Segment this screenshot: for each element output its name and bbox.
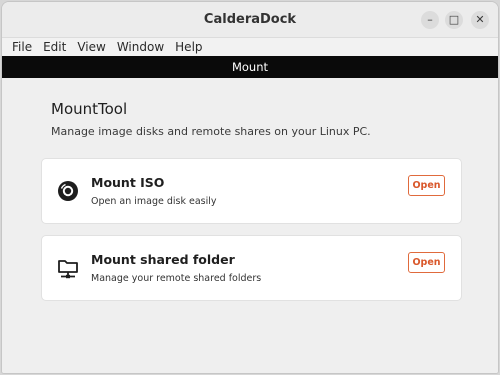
title-bar[interactable]: CalderaDock – □ ✕ bbox=[2, 2, 498, 38]
network-folder-icon bbox=[58, 260, 78, 279]
header-bar: Mount bbox=[2, 56, 498, 78]
close-button[interactable]: ✕ bbox=[471, 11, 489, 29]
menu-view[interactable]: View bbox=[77, 40, 105, 54]
menu-help[interactable]: Help bbox=[175, 40, 202, 54]
mount-iso-title: Mount ISO bbox=[91, 175, 165, 190]
mount-iso-open-button[interactable]: Open bbox=[408, 175, 445, 196]
menu-edit[interactable]: Edit bbox=[43, 40, 66, 54]
header-title: Mount bbox=[231, 60, 269, 74]
mount-iso-card: Mount ISO Open an image disk easily Open bbox=[41, 158, 462, 224]
menu-bar: File Edit View Window Help bbox=[2, 38, 498, 56]
mount-shared-folder-title: Mount shared folder bbox=[91, 252, 235, 267]
app-window: CalderaDock – □ ✕ File Edit View Window … bbox=[1, 1, 499, 374]
app-subtitle: Manage image disks and remote shares on … bbox=[51, 125, 371, 138]
mount-shared-folder-description: Manage your remote shared folders bbox=[91, 273, 262, 284]
mount-shared-folder-open-button[interactable]: Open bbox=[408, 252, 445, 273]
menu-file[interactable]: File bbox=[12, 40, 32, 54]
menu-window[interactable]: Window bbox=[117, 40, 164, 54]
mount-shared-folder-card: Mount shared folder Manage your remote s… bbox=[41, 235, 462, 301]
disc-icon bbox=[58, 181, 78, 201]
maximize-button[interactable]: □ bbox=[445, 11, 463, 29]
minimize-button[interactable]: – bbox=[421, 11, 439, 29]
main-content: MountTool Manage image disks and remote … bbox=[2, 78, 498, 373]
app-title: MountTool bbox=[51, 100, 128, 118]
mount-iso-description: Open an image disk easily bbox=[91, 196, 217, 207]
